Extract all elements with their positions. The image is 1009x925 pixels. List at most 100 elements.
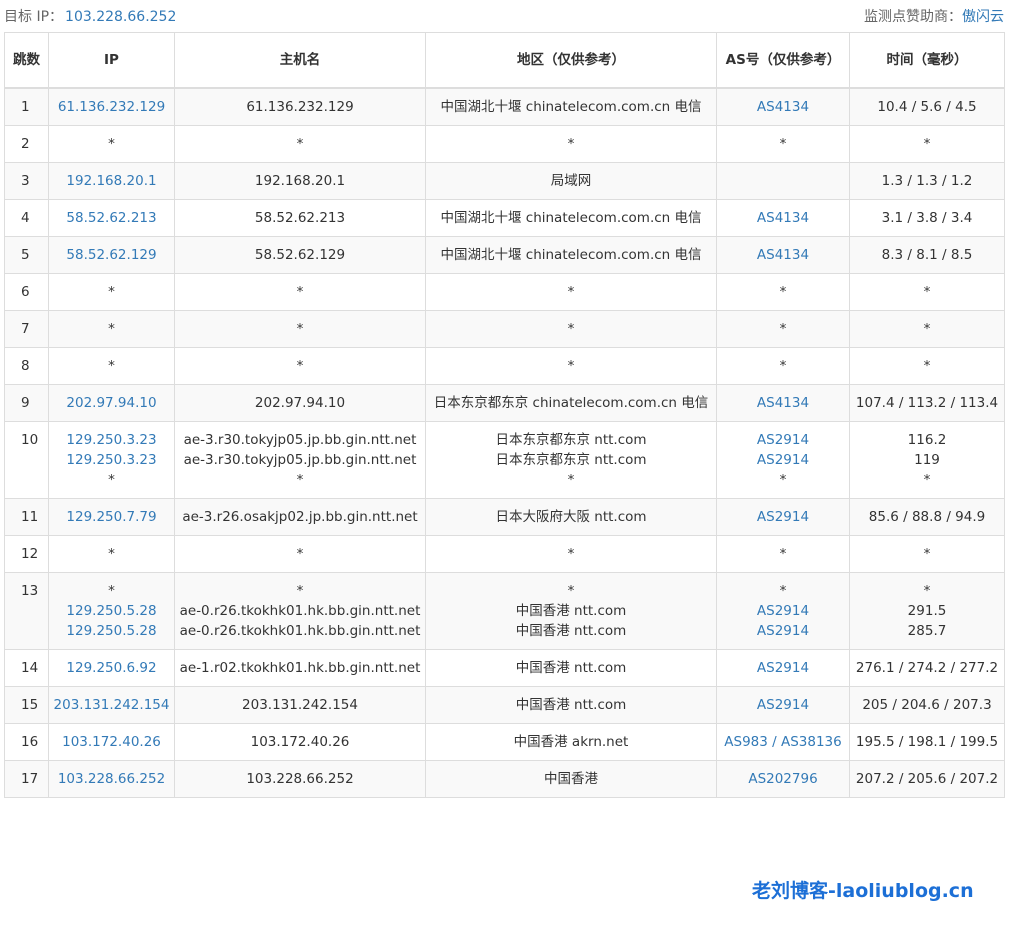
as-cell: AS4134 (716, 199, 850, 237)
ip-cell-line[interactable]: 129.250.5.28 (53, 601, 170, 621)
time-cell-line: * (923, 583, 931, 599)
as-cell: * (716, 273, 850, 311)
column-header-ip: IP (48, 32, 175, 89)
time-cell-line: 205 / 204.6 / 207.3 (862, 697, 992, 713)
hostname-cell: * ae-0.r26.tkokhk01.hk.bb.gin.ntt.net ae-0… (174, 572, 426, 650)
table-row: 17 103.228.66.252 103.228.66.252 中国香港 AS2027… (4, 760, 1005, 798)
target-ip-value[interactable]: 103.228.66.252 (65, 9, 176, 25)
region-cell-line: 局域网 (550, 173, 592, 189)
ip-cell-line[interactable]: 103.172.40.26 (53, 732, 170, 752)
ip-cell-line[interactable]: 202.97.94.10 (53, 393, 170, 413)
as-cell-line[interactable]: AS4134 (721, 393, 845, 413)
as-cell-line: * (779, 546, 787, 562)
as-cell-line[interactable]: AS2914 (721, 430, 845, 450)
table-body: 1 61.136.232.129 61.136.232.129 中国湖北十堰 chin… (4, 87, 1005, 798)
ip-cell-line[interactable]: 129.250.3.23 (53, 430, 170, 450)
region-cell-line: 中国湖北十堰 chinatelecom.com.cn 电信 (440, 99, 702, 115)
as-cell-line[interactable]: AS2914 (721, 621, 845, 641)
region-cell: * (425, 347, 717, 385)
as-cell-line[interactable]: AS2914 (721, 695, 845, 715)
hostname-cell-line: ae-3.r26.osakjp02.jp.bb.gin.ntt.net (182, 509, 418, 525)
region-cell: 日本东京都东京 chinatelecom.com.cn 电信 (425, 384, 717, 422)
table-row: 14 129.250.6.92 ae-1.r02.tkokhk01.hk.bb.gi… (4, 649, 1005, 687)
as-cell: AS4134 (716, 236, 850, 274)
hop-cell: 1 (4, 87, 49, 126)
hostname-cell-line: * (296, 321, 304, 337)
hostname-cell: 58.52.62.129 (174, 236, 426, 274)
time-cell-line: 291.5 (907, 603, 947, 619)
as-cell: AS4134 (716, 87, 850, 126)
ip-cell: 192.168.20.1 (48, 162, 175, 200)
hostname-cell-line: ae-3.r30.tokyjp05.jp.bb.gin.ntt.net (183, 452, 417, 468)
ip-cell-line[interactable]: 103.228.66.252 (53, 769, 170, 789)
ip-cell-line[interactable]: 192.168.20.1 (53, 171, 170, 191)
as-cell: * (716, 535, 850, 573)
time-cell: * (849, 125, 1005, 163)
hostname-cell-line: * (296, 136, 304, 152)
region-cell-line: 日本东京都东京 chinatelecom.com.cn 电信 (433, 395, 709, 411)
region-cell: 日本东京都东京 ntt.com 日本东京都东京 ntt.com * (425, 421, 717, 499)
region-cell: 日本大阪府大阪 ntt.com (425, 498, 717, 536)
hop-cell: 2 (4, 125, 49, 163)
time-cell: 1.3 / 1.3 / 1.2 (849, 162, 1005, 200)
region-cell-line: 中国香港 ntt.com (515, 660, 627, 676)
hostname-cell-line: * (296, 284, 304, 300)
region-cell: * (425, 310, 717, 348)
hostname-cell-line: 202.97.94.10 (254, 395, 346, 411)
ip-cell-line[interactable]: 58.52.62.213 (53, 208, 170, 228)
as-cell-line[interactable]: AS4134 (721, 97, 845, 117)
time-cell-line: * (923, 546, 931, 562)
ip-cell-line[interactable]: 129.250.3.23 (53, 450, 170, 470)
ip-cell: * (48, 125, 175, 163)
region-cell: * (425, 273, 717, 311)
ip-cell: 58.52.62.129 (48, 236, 175, 274)
as-cell: AS4134 (716, 384, 850, 422)
ip-cell-line[interactable]: 129.250.7.79 (53, 507, 170, 527)
as-cell-line[interactable]: AS4134 (721, 208, 845, 228)
region-cell-line: 中国香港 (544, 771, 598, 787)
time-cell: 205 / 204.6 / 207.3 (849, 686, 1005, 724)
as-cell-line[interactable]: AS2914 (721, 507, 845, 527)
ip-cell-line[interactable]: 203.131.242.154 (53, 695, 170, 715)
as-cell-line: * (779, 472, 787, 488)
region-cell-line: 日本东京都东京 ntt.com (495, 432, 647, 448)
as-cell: * (716, 125, 850, 163)
time-cell-line: 195.5 / 198.1 / 199.5 (855, 734, 999, 750)
as-cell-line[interactable]: AS4134 (721, 245, 845, 265)
hostname-cell-line: 61.136.232.129 (246, 99, 354, 115)
time-cell: 85.6 / 88.8 / 94.9 (849, 498, 1005, 536)
ip-cell-line[interactable]: 129.250.6.92 (53, 658, 170, 678)
as-cell-line[interactable]: AS202796 (721, 769, 845, 789)
region-cell-line: 中国香港 ntt.com (515, 623, 627, 639)
region-cell: 中国湖北十堰 chinatelecom.com.cn 电信 (425, 236, 717, 274)
ip-cell: 129.250.3.23 129.250.3.23 * (48, 421, 175, 499)
as-cell: AS202796 (716, 760, 850, 798)
time-cell-line: * (923, 284, 931, 300)
ip-cell-line: * (108, 321, 115, 337)
time-cell-line: 1.3 / 1.3 / 1.2 (881, 173, 973, 189)
time-cell: 8.3 / 8.1 / 8.5 (849, 236, 1005, 274)
ip-cell-line[interactable]: 129.250.5.28 (53, 621, 170, 641)
time-cell-line: * (923, 472, 931, 488)
as-cell-line[interactable]: AS2914 (721, 450, 845, 470)
hostname-cell-line: * (296, 583, 304, 599)
time-cell: 3.1 / 3.8 / 3.4 (849, 199, 1005, 237)
time-cell: 276.1 / 274.2 / 277.2 (849, 649, 1005, 687)
table-row: 4 58.52.62.213 58.52.62.213 中国湖北十堰 chinatel… (4, 199, 1005, 237)
as-cell-line[interactable]: AS2914 (721, 658, 845, 678)
region-cell-line: * (567, 583, 575, 599)
ip-cell: * (48, 273, 175, 311)
ip-cell-line[interactable]: 58.52.62.129 (53, 245, 170, 265)
hostname-cell: ae-1.r02.tkokhk01.hk.bb.gin.ntt.net (174, 649, 426, 687)
sponsor-link[interactable]: 傲闪云 (962, 9, 1004, 25)
as-cell-line: * (779, 358, 787, 374)
ip-cell-line[interactable]: 61.136.232.129 (53, 97, 170, 117)
hop-cell: 6 (4, 273, 49, 311)
target-ip-label: 目标 IP： (4, 9, 64, 25)
region-cell-line: 中国香港 ntt.com (515, 697, 627, 713)
as-cell-line[interactable]: AS2914 (721, 601, 845, 621)
as-cell-line[interactable]: AS983 / AS38136 (721, 732, 845, 752)
time-cell-line: 207.2 / 205.6 / 207.2 (855, 771, 999, 787)
hop-cell: 11 (4, 498, 49, 536)
time-cell-line: 119 (914, 452, 940, 468)
